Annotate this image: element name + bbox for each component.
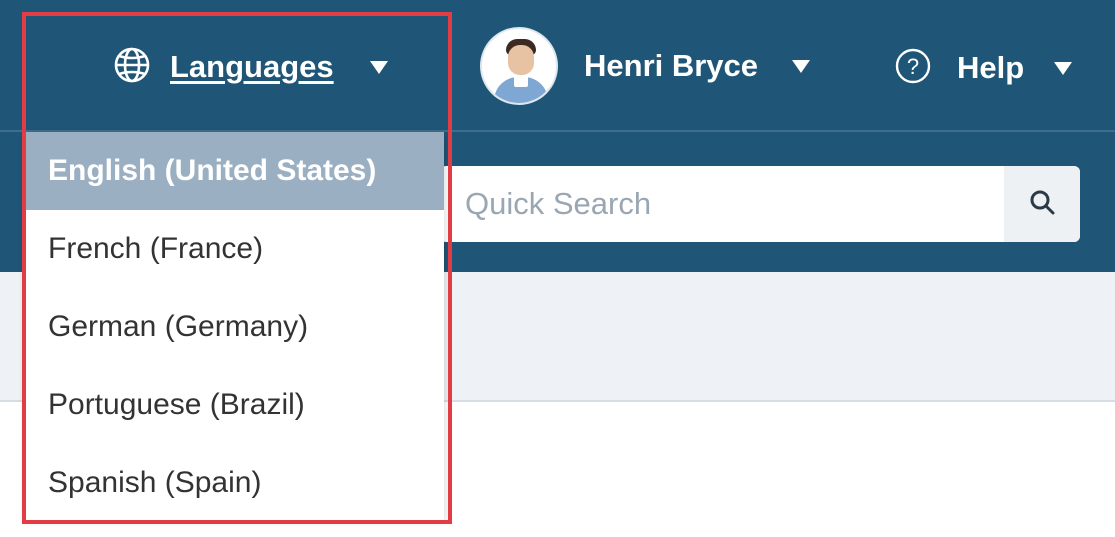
quick-search <box>440 166 1080 242</box>
language-option-english[interactable]: English (United States) <box>22 132 444 210</box>
languages-menu-button[interactable]: Languages <box>112 42 388 92</box>
user-menu-button[interactable]: Henri Bryce <box>480 26 811 106</box>
svg-text:?: ? <box>907 54 919 79</box>
search-input[interactable] <box>440 166 1004 242</box>
avatar <box>480 27 558 105</box>
language-option-spanish[interactable]: Spanish (Spain) <box>22 444 444 522</box>
language-option-portuguese[interactable]: Portuguese (Brazil) <box>22 366 444 444</box>
chevron-down-icon <box>1054 61 1073 75</box>
help-label: Help <box>957 50 1025 85</box>
search-icon <box>1028 188 1056 221</box>
languages-label: Languages <box>170 49 334 84</box>
language-dropdown: English (United States) French (France) … <box>22 132 444 520</box>
help-circle-icon: ? <box>893 46 933 91</box>
language-option-french[interactable]: French (France) <box>22 210 444 288</box>
help-menu-button[interactable]: ? Help <box>893 46 1073 91</box>
chevron-down-icon <box>369 60 388 74</box>
language-option-german[interactable]: German (Germany) <box>22 288 444 366</box>
user-name: Henri Bryce <box>584 48 759 83</box>
globe-icon <box>112 45 152 90</box>
search-button[interactable] <box>1004 166 1080 242</box>
chevron-down-icon <box>792 59 811 73</box>
